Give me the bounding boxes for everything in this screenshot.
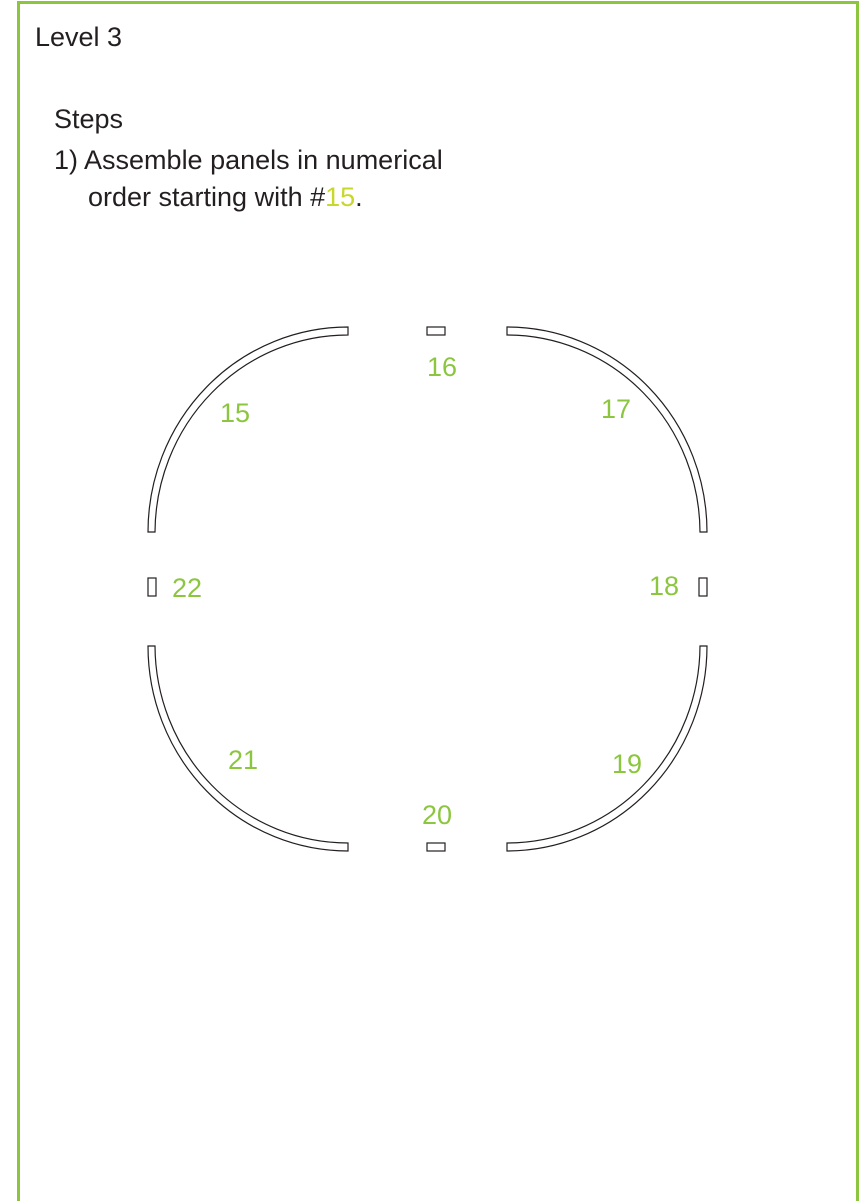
panel-22-block bbox=[147, 577, 157, 597]
panel-15-arc bbox=[147, 326, 349, 533]
panel-20-block bbox=[426, 842, 446, 852]
panel-17-label: 17 bbox=[601, 394, 631, 424]
panel-19-arc bbox=[506, 645, 708, 852]
panel-16-label: 16 bbox=[427, 352, 457, 382]
panel-ring-diagram: 15 16 17 18 19 20 21 22 bbox=[147, 326, 708, 852]
panel-15-label: 15 bbox=[220, 398, 250, 428]
panel-20-label: 20 bbox=[422, 800, 452, 830]
panel-22-label: 22 bbox=[172, 573, 202, 603]
panel-16-block bbox=[426, 326, 446, 336]
panel-17-arc bbox=[506, 326, 708, 533]
panel-19-label: 19 bbox=[612, 749, 642, 779]
panel-18-label: 18 bbox=[649, 571, 679, 601]
panel-18-block bbox=[698, 577, 708, 597]
panel-21-label: 21 bbox=[228, 745, 258, 775]
